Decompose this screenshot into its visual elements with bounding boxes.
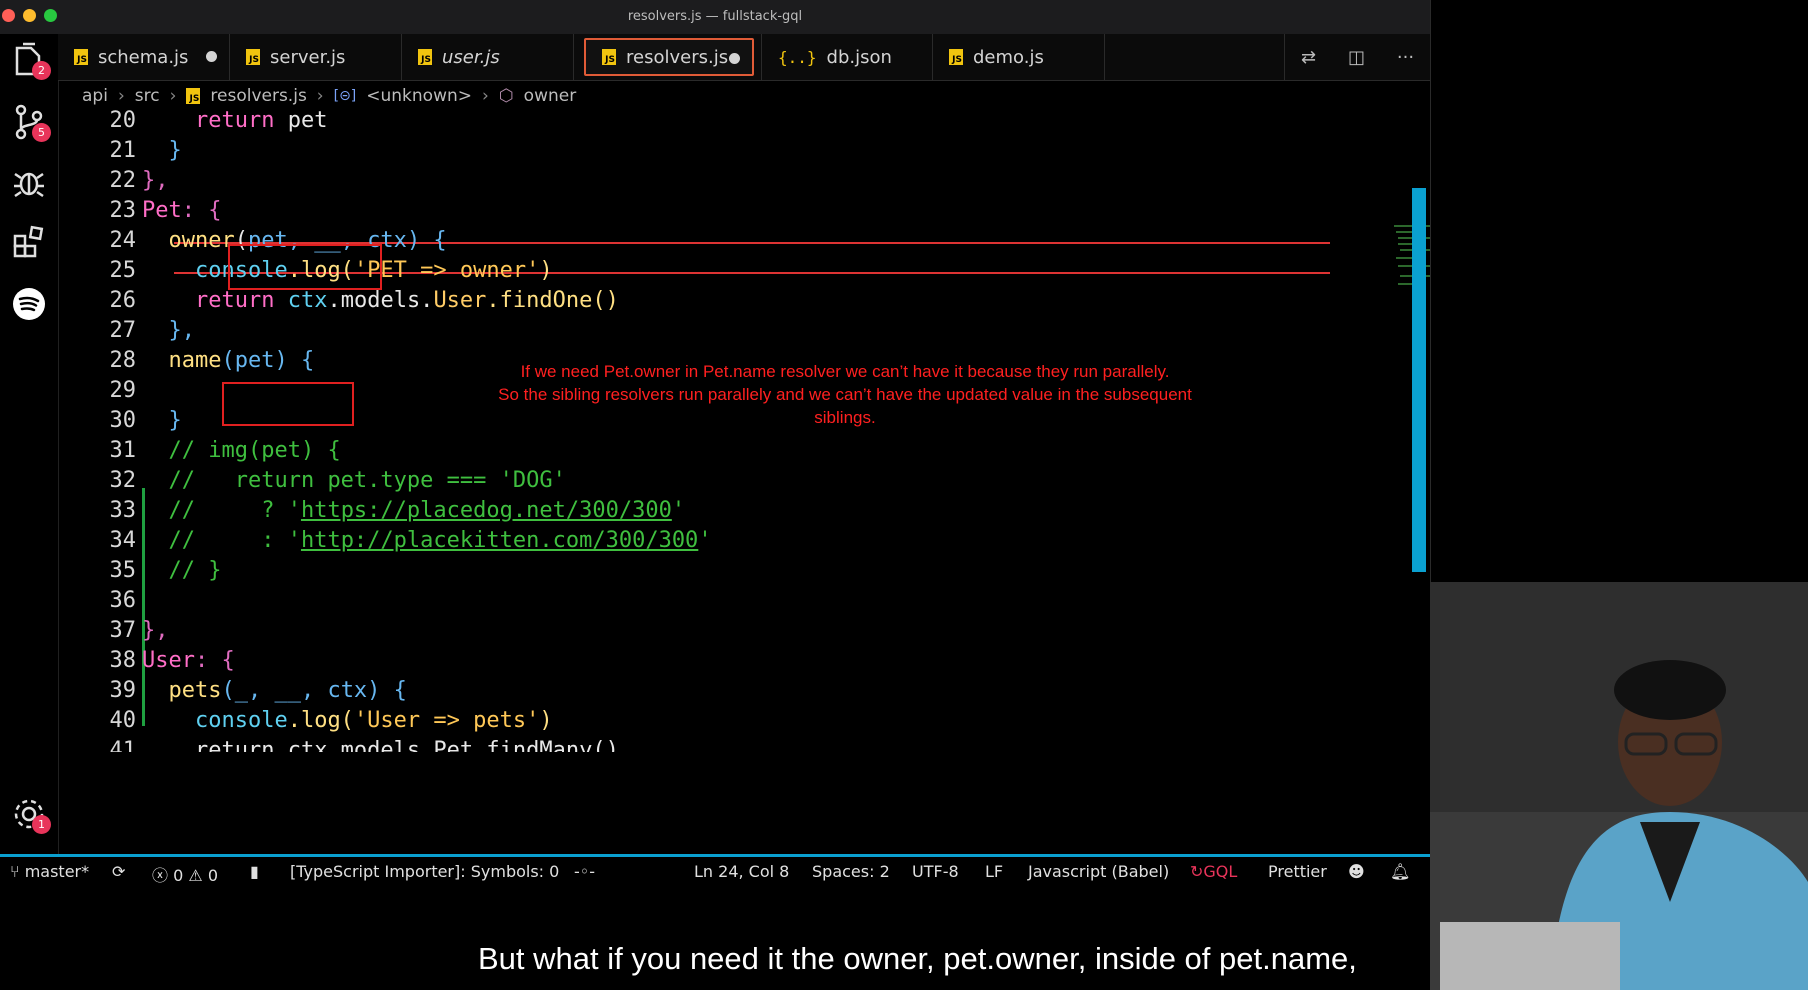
explorer-button[interactable]: 2: [9, 40, 51, 80]
git-branch-icon: ⑂: [10, 862, 20, 881]
eol-status[interactable]: LF: [985, 862, 1003, 881]
explorer-badge: 2: [32, 61, 51, 80]
error-icon: ⓧ: [152, 866, 169, 885]
tab-label: db.json: [826, 46, 892, 68]
chevron-right-icon: ›: [117, 86, 125, 106]
js-file-icon: JS: [246, 49, 260, 65]
debug-button[interactable]: [9, 162, 49, 202]
breadcrumb-file[interactable]: resolvers.js: [210, 86, 306, 106]
code-line: 23 Pet: {: [109, 198, 222, 223]
js-file-icon: JS: [949, 49, 963, 65]
breadcrumb-owner[interactable]: owner: [524, 86, 577, 106]
extensions-button[interactable]: [9, 222, 49, 262]
code-line: 37},: [109, 618, 169, 643]
code-line: 22},: [109, 168, 169, 193]
more-actions-icon[interactable]: ···: [1397, 47, 1414, 68]
vscode-window: resolvers.js — fullstack-gql 2 5 1 JS sc…: [0, 0, 1431, 885]
scm-badge: 5: [32, 123, 51, 142]
symbol-variable-icon: [⊝]: [333, 88, 357, 104]
prettier-status[interactable]: Prettier: [1268, 862, 1327, 881]
branch-status[interactable]: ⑂ master*: [10, 862, 89, 881]
bug-icon: [14, 172, 44, 198]
webcam-video: [1430, 582, 1808, 990]
tab-resolvers-js[interactable]: JS resolvers.js: [584, 38, 754, 76]
notifications-bell-icon[interactable]: 🔔︎: [1390, 862, 1410, 881]
cursor-position[interactable]: Ln 24, Col 8: [694, 862, 789, 881]
commit-icon[interactable]: -◦-: [574, 862, 595, 881]
editor-actions: ⇄ ◫ ···: [1284, 34, 1430, 80]
split-editor-icon[interactable]: ◫: [1348, 47, 1365, 68]
chevron-right-icon: ›: [482, 86, 489, 106]
title-bar: resolvers.js — fullstack-gql: [0, 0, 1430, 35]
settings-button[interactable]: 1: [9, 794, 51, 834]
tab-label: server.js: [270, 46, 346, 68]
tab-label: schema.js: [98, 46, 189, 68]
code-line: 31 // img(pet) {: [109, 438, 341, 463]
code-line: 34 // : 'http://placekitten.com/300/300': [109, 528, 712, 553]
code-line: 21 }: [109, 138, 182, 163]
js-file-icon: JS: [602, 49, 616, 65]
code-line: 40 console.log('User => pets'): [109, 708, 553, 733]
symbol-method-icon: ⬡: [498, 86, 514, 106]
sync-icon[interactable]: ⟳: [112, 862, 125, 881]
editor-tabs: JS schema.js JS server.js JS user.js JS …: [58, 34, 1430, 81]
js-file-icon: JS: [74, 49, 88, 65]
tab-user-js[interactable]: JS user.js: [402, 34, 574, 80]
tab-demo-js[interactable]: JS demo.js: [933, 34, 1105, 80]
spotify-icon: [13, 288, 45, 320]
js-file-icon: JS: [418, 49, 432, 65]
settings-badge: 1: [32, 815, 51, 834]
code-link[interactable]: http://placekitten.com/300/300: [301, 528, 698, 553]
tab-label: resolvers.js: [626, 46, 729, 68]
json-file-icon: {..}: [778, 47, 817, 67]
bookmark-icon[interactable]: ▮: [250, 862, 259, 881]
tab-label: demo.js: [973, 46, 1044, 68]
importer-status[interactable]: [TypeScript Importer]: Symbols: 0: [290, 862, 559, 881]
gql-status[interactable]: ↻GQL: [1190, 862, 1237, 881]
warning-icon: ⚠: [188, 866, 203, 885]
tab-schema-js[interactable]: JS schema.js: [58, 34, 230, 80]
chevron-right-icon: ›: [169, 86, 177, 106]
code-line: 35 // }: [109, 558, 222, 583]
breadcrumb-api[interactable]: api: [82, 86, 108, 106]
spotify-button[interactable]: [9, 284, 49, 324]
code-editor[interactable]: 20 return pet 21 } 22}, 23 Pet: { 24 owne…: [58, 110, 1430, 854]
unsaved-dot-icon: [729, 53, 740, 64]
activity-bar: 2 5 1: [0, 34, 59, 854]
annotation-note: If we need Pet.owner in Pet.name resolve…: [498, 362, 1192, 427]
feedback-smiley-icon[interactable]: ☻: [1348, 862, 1365, 881]
code-line: 39 pets(_, __, ctx) {: [109, 678, 407, 703]
encoding-status[interactable]: UTF-8: [912, 862, 959, 881]
extensions-icon: [13, 225, 44, 258]
code-line: 36: [109, 588, 137, 613]
owner-highlight-box: [228, 244, 382, 290]
unsaved-dot-icon: [206, 51, 217, 62]
presenter-image: [1430, 582, 1808, 990]
code-line: 41 return ctx.models.Pet.findMany(): [109, 738, 619, 752]
code-line: 27 },: [109, 318, 196, 343]
code-link[interactable]: https://placedog.net/300/300: [301, 498, 672, 523]
indentation-status[interactable]: Spaces: 2: [812, 862, 890, 881]
breadcrumb-src[interactable]: src: [135, 86, 160, 106]
chevron-right-icon: ›: [316, 86, 324, 106]
refresh-icon: ↻: [1190, 862, 1204, 881]
status-bar: ⑂ master* ⟳ ⓧ 0 ⚠ 0 ▮ [TypeScript Import…: [0, 854, 1430, 885]
breadcrumb-unknown[interactable]: <unknown>: [366, 86, 472, 106]
name-highlight-box: [222, 382, 354, 426]
language-mode[interactable]: Javascript (Babel): [1028, 862, 1169, 881]
code-line: 32 // return pet.type === 'DOG': [109, 468, 566, 493]
window-title: resolvers.js — fullstack-gql: [627, 9, 803, 24]
vertical-scrollbar[interactable]: [1412, 188, 1426, 572]
code-line: 33 // ? 'https://placedog.net/300/300': [109, 498, 686, 523]
tab-db-json[interactable]: {..} db.json: [761, 34, 933, 80]
breadcrumb: api › src › JS resolvers.js › [⊝] <unkno…: [58, 81, 1430, 111]
problems-status[interactable]: ⓧ 0 ⚠ 0: [152, 862, 218, 886]
tab-label: user.js: [442, 46, 500, 68]
source-control-button[interactable]: 5: [9, 102, 51, 142]
tab-server-js[interactable]: JS server.js: [230, 34, 402, 80]
compare-changes-icon[interactable]: ⇄: [1301, 47, 1316, 68]
js-file-icon: JS: [186, 88, 201, 104]
code-line: 38 User: {: [109, 648, 235, 673]
video-caption: But what if you need it the owner, pet.o…: [464, 934, 1371, 984]
